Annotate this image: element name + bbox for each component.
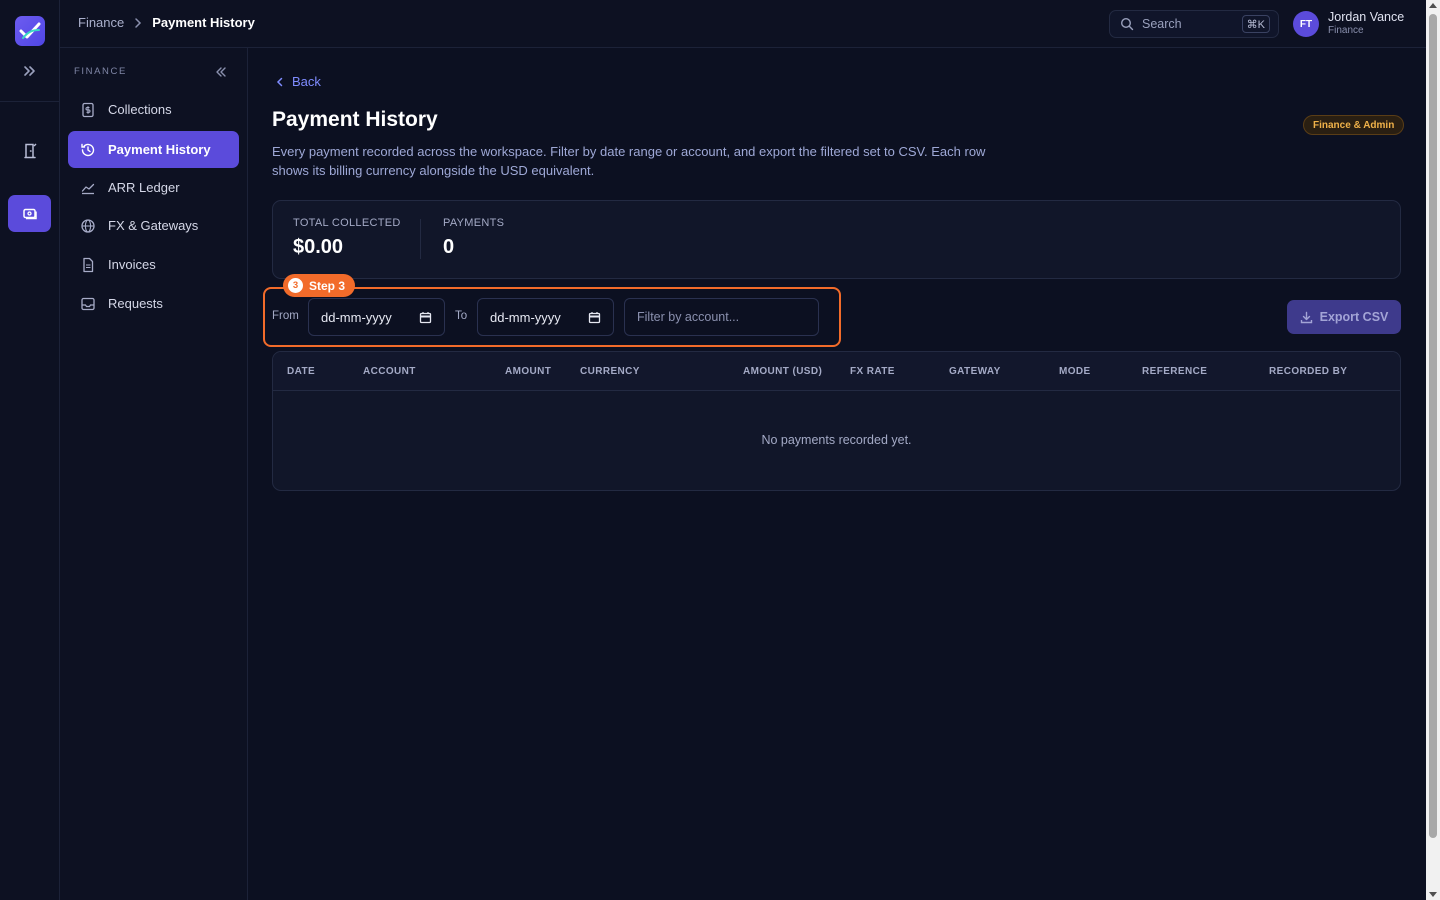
sidebar-item-requests[interactable]: Requests [68,285,239,322]
rail-item-finance[interactable] [8,195,51,232]
table-header: DATE ACCOUNT AMOUNT CURRENCY AMOUNT (USD… [273,352,1400,391]
breadcrumb-parent[interactable]: Finance [78,15,124,30]
history-icon [80,142,96,158]
stat-label: PAYMENTS [443,217,505,229]
from-label: From [272,310,299,322]
expand-rail-icon[interactable] [21,62,39,80]
column-header-date[interactable]: DATE [287,366,315,377]
inbox-icon [80,296,96,312]
column-header-gateway[interactable]: GATEWAY [949,366,1001,377]
column-header-reference[interactable]: REFERENCE [1142,366,1207,377]
scroll-up-arrow-icon[interactable] [1429,3,1437,8]
file-icon [80,257,96,273]
to-date-value: dd-mm-yyyy [490,309,561,325]
back-label: Back [292,74,321,89]
search-shortcut: ⌘K [1241,15,1270,33]
breadcrumb: Finance Payment History [78,15,255,30]
user-name[interactable]: Jordan Vance [1328,10,1404,24]
to-label: To [455,310,468,322]
scroll-down-arrow-icon[interactable] [1429,892,1437,897]
avatar[interactable]: FT [1293,11,1319,37]
export-csv-button[interactable]: Export CSV [1287,300,1401,334]
search-icon [1120,17,1134,31]
sidebar-item-label: FX & Gateways [108,218,199,233]
sidebar-item-collections[interactable]: Collections [68,91,239,128]
column-header-recorded-by[interactable]: RECORDED BY [1269,366,1347,377]
stat-label: TOTAL COLLECTED [293,217,401,229]
sidebar-item-arr-ledger[interactable]: ARR Ledger [68,169,239,206]
stat-payments: PAYMENTS 0 [443,217,504,259]
column-header-amount[interactable]: AMOUNT [505,366,551,377]
sidebar-item-fx-gateways[interactable]: FX & Gateways [68,207,239,244]
sidebar: FINANCE Collections Payment History ARR … [60,48,248,900]
export-label: Export CSV [1319,310,1389,324]
scrollbar-thumb[interactable] [1429,14,1437,838]
globe-icon [80,218,96,234]
page-title: Payment History [272,108,438,131]
check-logo-icon [19,22,41,39]
calendar-icon[interactable] [419,311,432,324]
account-filter-input[interactable] [624,298,819,336]
column-header-amount-usd[interactable]: AMOUNT (USD) [743,366,822,377]
stat-divider [420,219,421,259]
column-header-currency[interactable]: CURRENCY [580,366,640,377]
sidebar-item-invoices[interactable]: Invoices [68,246,239,283]
column-header-fx-rate[interactable]: FX RATE [850,366,895,377]
sidebar-item-label: Requests [108,296,163,311]
rail-divider [0,101,59,102]
sidebar-item-payment-history[interactable]: Payment History [68,131,239,168]
sidebar-item-label: Collections [108,102,172,117]
wallet-icon [22,208,37,219]
stat-value: 0 [443,236,455,258]
chevron-right-icon [131,16,145,30]
top-bar: Finance Payment History Search ⌘K FT Jor… [60,0,1426,48]
sidebar-section-title: FINANCE [74,66,127,77]
sidebar-item-label: Payment History [108,142,211,157]
download-icon [1300,311,1313,324]
stats-card: TOTAL COLLECTED $0.00 PAYMENTS 0 [272,200,1401,279]
stat-value: $0.00 [293,236,344,258]
stat-total-collected: TOTAL COLLECTED $0.00 [293,217,401,259]
to-date-input[interactable]: dd-mm-yyyy [477,298,614,336]
chart-line-icon [80,180,96,196]
step-label: Step 3 [309,278,346,293]
app-logo[interactable] [15,16,45,46]
collapse-sidebar-icon[interactable] [214,65,228,79]
rail-item-exit[interactable] [8,132,51,169]
step-number: 3 [288,278,303,293]
breadcrumb-current: Payment History [152,15,255,30]
page-description: Every payment recorded across the worksp… [272,144,986,178]
from-date-value: dd-mm-yyyy [321,309,392,325]
door-exit-icon [23,143,36,158]
sidebar-item-label: Invoices [108,257,156,272]
user-role: Finance [1328,25,1364,36]
dollar-doc-icon [80,102,96,118]
calendar-icon[interactable] [588,311,601,324]
column-header-account[interactable]: ACCOUNT [363,366,416,377]
from-date-input[interactable]: dd-mm-yyyy [308,298,445,336]
step-badge: 3 Step 3 [283,274,356,297]
search-label: Search [1142,17,1182,31]
sidebar-item-label: ARR Ledger [108,180,180,195]
column-header-mode[interactable]: MODE [1059,366,1091,377]
page-scrollbar[interactable] [1426,0,1440,900]
chevron-left-icon [274,76,286,88]
icon-rail [0,0,60,900]
search-box[interactable]: Search ⌘K [1109,10,1279,38]
empty-state-message: No payments recorded yet. [761,433,912,447]
back-link[interactable]: Back [274,74,321,89]
payments-table: DATE ACCOUNT AMOUNT CURRENCY AMOUNT (USD… [272,351,1401,491]
role-badge: Finance & Admin [1303,115,1405,135]
